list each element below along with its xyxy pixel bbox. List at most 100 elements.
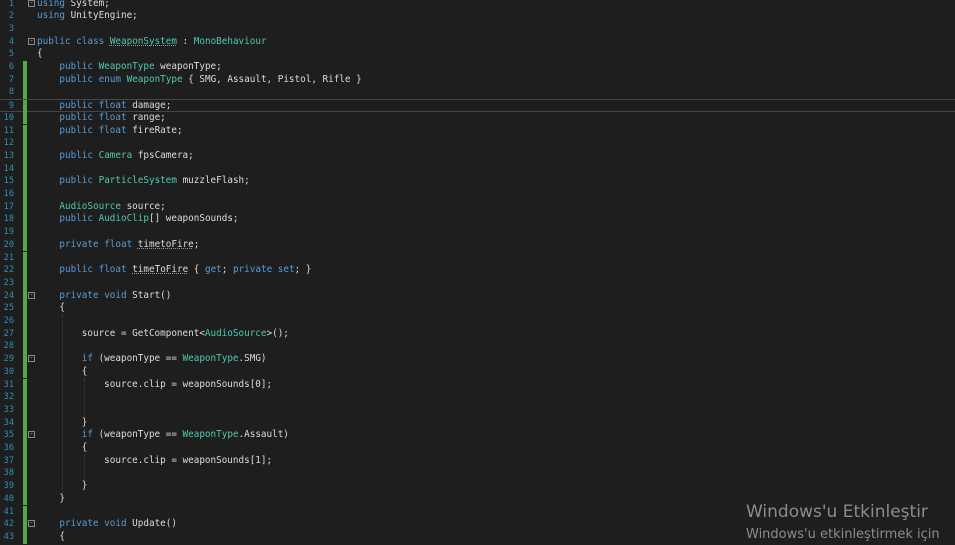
code-text: source = GetComponent<AudioSource>(); bbox=[37, 328, 289, 341]
line-number: 40 bbox=[3, 493, 14, 504]
code-token: timeToFire bbox=[132, 264, 189, 276]
code-line[interactable]: 29 - if (weaponType == WeaponType.SMG) bbox=[0, 353, 955, 366]
code-editor[interactable]: 1- using System; 2 using UnityEngine; 3 4- pub… bbox=[0, 0, 955, 545]
code-line[interactable]: 32 bbox=[0, 391, 955, 404]
code-line[interactable]: 7 public enum WeaponType { SMG, Assault,… bbox=[0, 73, 955, 87]
code-line[interactable]: 18 public AudioClip[] weaponSounds; bbox=[0, 213, 955, 227]
code-line[interactable]: 8 bbox=[0, 86, 955, 100]
change-indicator-bar bbox=[23, 429, 27, 442]
code-token: .Assault) bbox=[238, 429, 289, 441]
line-number: 17 bbox=[3, 201, 14, 212]
keyword-token: public bbox=[59, 61, 93, 72]
change-indicator-bar bbox=[23, 137, 27, 150]
change-indicator-bar bbox=[23, 111, 27, 125]
collapse-icon[interactable]: - bbox=[28, 431, 35, 439]
type-token: AudioSource bbox=[204, 327, 267, 339]
code-line[interactable]: 5{ bbox=[0, 48, 955, 61]
code-line[interactable]: 26 bbox=[0, 315, 955, 328]
code-token: { SMG, Assault, Pistol, Rifle } bbox=[182, 73, 362, 85]
line-number: 24 bbox=[3, 290, 14, 301]
line-number: 16 bbox=[3, 189, 14, 199]
code-text: { bbox=[37, 302, 65, 315]
code-text: private void Update() bbox=[37, 518, 177, 531]
code-line[interactable]: 27 source = GetComponent<AudioSource>(); bbox=[0, 327, 955, 341]
line-number: 25 bbox=[3, 303, 14, 314]
code-line[interactable]: 24 - private void Start() bbox=[0, 289, 955, 303]
code-line[interactable]: 4 - public class WeaponSystem : MonoBehavi… bbox=[0, 36, 955, 49]
change-indicator-bar bbox=[23, 276, 27, 290]
change-indicator-bar bbox=[23, 353, 27, 366]
code-line[interactable]: 20 private float timetoFire; bbox=[0, 238, 955, 252]
code-line[interactable]: 10 public float range; bbox=[0, 111, 955, 125]
code-line[interactable]: 37 source.clip = weaponSounds[1]; bbox=[0, 454, 955, 468]
code-line[interactable]: 15 public ParticleSystem muzzleFlash; bbox=[0, 175, 955, 188]
code-line[interactable]: 2 using UnityEngine; bbox=[0, 10, 955, 23]
code-text: public enum WeaponType { SMG, Assault, P… bbox=[37, 73, 362, 87]
change-indicator-bar bbox=[23, 365, 27, 379]
code-line[interactable]: 35 - if (weaponType == WeaponType.Assault… bbox=[0, 429, 955, 442]
code-text: using UnityEngine; bbox=[37, 10, 138, 23]
code-line[interactable]: 36 { bbox=[0, 442, 955, 455]
collapse-icon[interactable]: - bbox=[28, 355, 35, 363]
code-line[interactable]: 30 { bbox=[0, 365, 955, 379]
code-token: { bbox=[37, 530, 65, 542]
code-token: >(); bbox=[266, 327, 289, 339]
keyword-token: private bbox=[59, 518, 99, 530]
keyword-token: private bbox=[59, 289, 99, 301]
code-line[interactable]: 1 - using System; bbox=[0, 0, 955, 10]
change-indicator-bar bbox=[23, 264, 27, 277]
code-line[interactable]: 34 } bbox=[0, 416, 955, 430]
code-line[interactable]: 33 bbox=[0, 403, 955, 417]
code-line[interactable]: 28 bbox=[0, 340, 955, 354]
line-number: 26 bbox=[3, 316, 14, 326]
type-token: WeaponType bbox=[126, 73, 183, 85]
code-line[interactable]: 31 source.clip = weaponSounds[0]; bbox=[0, 378, 955, 392]
code-line[interactable]: 23 bbox=[0, 276, 955, 290]
code-line[interactable]: 17 AudioSource source; bbox=[0, 200, 955, 214]
keyword-token: using bbox=[37, 0, 65, 9]
collapse-icon[interactable]: - bbox=[28, 0, 35, 7]
code-line[interactable]: 6 public WeaponType weaponType; bbox=[0, 61, 955, 74]
line-number: 41 bbox=[3, 506, 14, 517]
line-number: 14 bbox=[3, 163, 14, 174]
keyword-token: public bbox=[59, 73, 93, 85]
code-line[interactable]: 16 bbox=[0, 188, 955, 201]
line-number: 39 bbox=[3, 481, 14, 492]
code-line[interactable]: 39 } bbox=[0, 480, 955, 493]
line-number: 20 bbox=[3, 239, 14, 250]
code-token: source.clip = weaponSounds[0]; bbox=[37, 378, 273, 390]
line-number: 19 bbox=[3, 227, 14, 238]
collapse-icon[interactable]: - bbox=[28, 291, 35, 299]
code-line[interactable]: 14 bbox=[0, 162, 955, 176]
code-line[interactable]: 9 public float damage; bbox=[0, 99, 955, 113]
type-token: WeaponSystem bbox=[109, 35, 177, 47]
code-text: source.clip = weaponSounds[0]; bbox=[37, 379, 272, 392]
code-token: Start() bbox=[126, 289, 172, 301]
change-indicator-bar bbox=[23, 492, 27, 506]
code-line[interactable]: 11 public float fireRate; bbox=[0, 124, 955, 138]
collapse-icon[interactable]: - bbox=[28, 520, 35, 528]
code-text: using System; bbox=[37, 0, 110, 10]
line-number: 23 bbox=[3, 277, 14, 288]
code-line[interactable]: 25 { bbox=[0, 302, 955, 315]
change-indicator-bar bbox=[23, 200, 27, 214]
keyword-token: float bbox=[98, 111, 127, 123]
code-line[interactable]: 12 bbox=[0, 137, 955, 150]
code-line[interactable]: 3 bbox=[0, 23, 955, 36]
code-text: private float timetoFire; bbox=[37, 239, 199, 252]
line-number: 8 bbox=[8, 87, 14, 98]
indent-guide bbox=[62, 315, 63, 493]
code-line[interactable]: 21 bbox=[0, 251, 955, 265]
change-indicator-bar bbox=[23, 289, 27, 303]
code-line[interactable]: 19 bbox=[0, 226, 955, 239]
code-line[interactable]: 13 public Camera fpsCamera; bbox=[0, 149, 955, 163]
change-indicator-bar bbox=[23, 505, 27, 519]
line-number: 7 bbox=[8, 74, 14, 85]
code-line[interactable]: 38 bbox=[0, 467, 955, 481]
code-token: (weaponType == bbox=[92, 353, 183, 365]
code-line[interactable]: 22 public float timeToFire { get; privat… bbox=[0, 264, 955, 277]
collapse-icon[interactable]: - bbox=[28, 37, 35, 45]
change-indicator-bar bbox=[23, 530, 27, 544]
